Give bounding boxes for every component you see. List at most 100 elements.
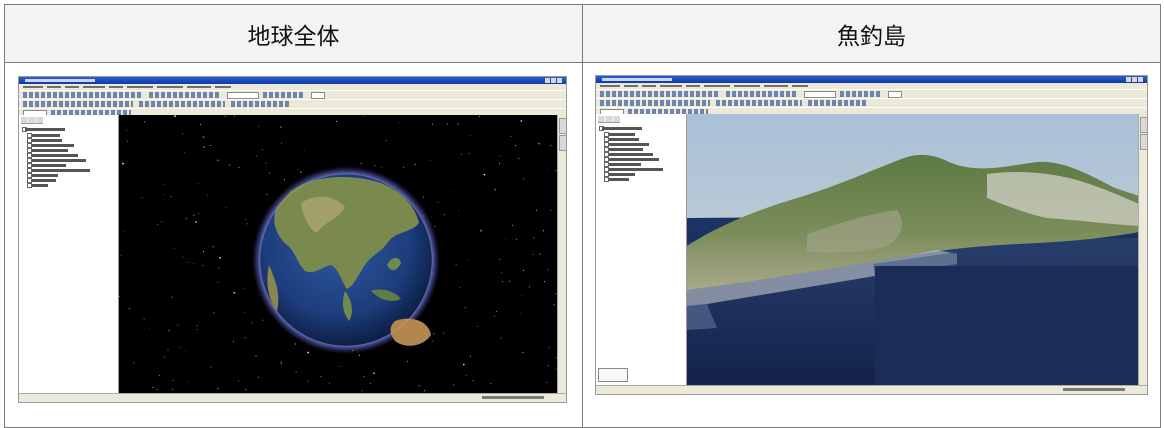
star <box>280 361 282 363</box>
star <box>244 312 246 314</box>
star <box>373 372 375 375</box>
star <box>244 337 246 339</box>
star <box>251 322 253 324</box>
star <box>164 356 166 358</box>
star <box>171 296 173 298</box>
star <box>307 380 309 382</box>
star <box>128 307 130 309</box>
screenshot-cell-global <box>4 62 583 428</box>
window-controls[interactable] <box>545 78 563 83</box>
star <box>329 382 331 384</box>
star <box>122 160 123 162</box>
table-of-contents[interactable] <box>19 115 119 394</box>
star <box>374 164 376 166</box>
star <box>157 223 159 225</box>
star <box>434 225 436 227</box>
star <box>467 259 469 261</box>
star <box>295 371 297 373</box>
star <box>505 238 507 240</box>
star <box>162 184 164 185</box>
star <box>494 188 496 191</box>
star <box>233 115 235 117</box>
star <box>294 343 296 345</box>
window-controls[interactable] <box>1126 77 1144 82</box>
star <box>280 362 282 364</box>
star <box>297 169 299 171</box>
star <box>126 130 128 132</box>
star <box>511 224 513 226</box>
star <box>210 145 212 146</box>
side-panel-tabs[interactable] <box>1138 114 1147 386</box>
star <box>547 269 549 271</box>
star <box>258 376 259 378</box>
toolbar-row-1[interactable] <box>19 90 566 99</box>
star <box>245 389 247 390</box>
star <box>547 365 549 367</box>
star <box>281 142 283 144</box>
star <box>300 171 302 174</box>
star <box>468 153 470 155</box>
star <box>133 362 135 364</box>
star <box>403 166 405 168</box>
star <box>233 291 236 294</box>
star <box>217 281 219 283</box>
star <box>157 389 158 390</box>
star <box>479 115 481 117</box>
star <box>186 217 188 219</box>
column-header-global: 地球全体 <box>4 4 583 63</box>
star <box>499 155 501 157</box>
status-bar <box>19 393 566 402</box>
star <box>185 218 187 220</box>
star <box>515 145 517 146</box>
star <box>202 136 205 139</box>
window-title <box>25 79 95 82</box>
star <box>424 390 425 392</box>
star <box>120 254 122 256</box>
star <box>336 121 338 122</box>
star <box>358 354 360 356</box>
toolbar-row-1[interactable] <box>596 89 1147 98</box>
star <box>462 363 465 366</box>
star <box>280 126 282 128</box>
star <box>477 326 479 328</box>
star <box>360 163 362 165</box>
star <box>265 162 267 164</box>
table-of-contents[interactable] <box>596 114 687 386</box>
star <box>218 159 220 161</box>
toc-tabs[interactable] <box>598 116 620 123</box>
star <box>119 296 121 297</box>
globe-view[interactable] <box>119 115 558 394</box>
star <box>210 366 212 368</box>
toc-tabs[interactable] <box>21 117 43 124</box>
star <box>418 385 420 387</box>
star <box>501 272 503 274</box>
star <box>457 123 460 125</box>
star <box>188 381 190 383</box>
island-3d-view[interactable] <box>687 114 1139 386</box>
star <box>224 115 226 117</box>
star <box>538 142 540 145</box>
star <box>539 253 541 255</box>
toolbar-row-2[interactable] <box>19 99 566 108</box>
star <box>446 123 448 125</box>
star <box>548 168 550 170</box>
star <box>472 380 474 382</box>
star <box>266 193 268 195</box>
star <box>548 346 550 348</box>
star <box>161 221 163 223</box>
star <box>459 286 461 288</box>
star <box>167 349 169 351</box>
star <box>168 329 170 331</box>
star <box>452 190 454 192</box>
star <box>550 144 552 146</box>
star <box>515 238 517 240</box>
star <box>464 307 466 309</box>
star <box>437 201 439 203</box>
star <box>261 149 263 150</box>
star <box>174 115 176 117</box>
star <box>499 258 501 260</box>
side-panel-tabs[interactable] <box>557 115 566 394</box>
toolbar-row-2[interactable] <box>596 98 1147 107</box>
star <box>170 196 172 198</box>
star <box>158 375 160 377</box>
